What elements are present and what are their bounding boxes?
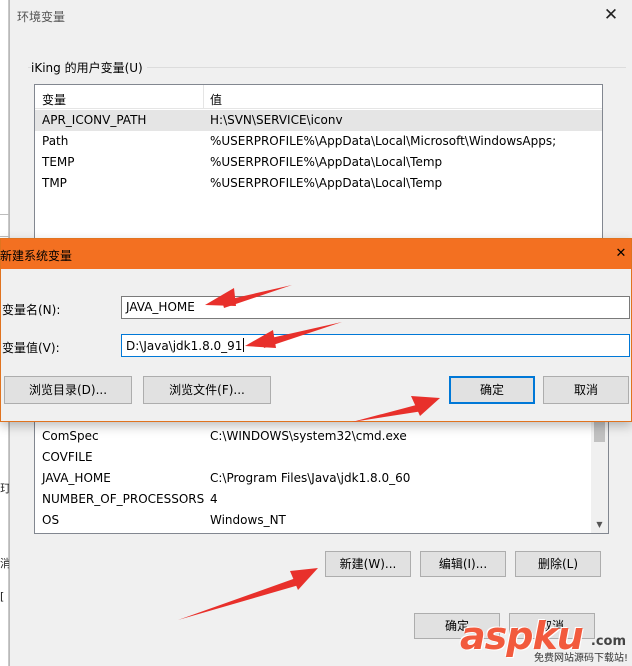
variable-name: COVFILE [42, 450, 93, 464]
variable-name: APR_ICONV_PATH [42, 113, 147, 127]
user-variables-list[interactable]: 变量 值 APR_ICONV_PATH H:\SVN\SERVICE\iconv… [34, 84, 603, 242]
variable-value-input[interactable]: D:\Java\jdk1.8.0_91 [121, 334, 630, 357]
table-row[interactable]: OS Windows_NT [35, 510, 608, 531]
variable-value: H:\SVN\SERVICE\iconv [210, 113, 343, 127]
column-header-value[interactable]: 值 [210, 91, 222, 108]
close-icon[interactable]: ✕ [611, 239, 631, 269]
scroll-down-arrow-icon[interactable]: ▼ [591, 518, 608, 532]
variable-value: %USERPROFILE%\AppData\Local\Temp [210, 155, 443, 169]
variable-name: OS [42, 513, 60, 527]
variable-value: C:\Program Files\Java\jdk1.8.0_60 [210, 471, 411, 485]
list-header: 变量 值 [35, 85, 602, 109]
dialog-title: 新建系统变量 [0, 249, 73, 263]
system-variables-list[interactable]: ComSpec C:\WINDOWS\system32\cmd.exe COVF… [34, 418, 609, 534]
browse-file-button[interactable]: 浏览文件(F)... [143, 376, 271, 404]
dialog-title-bar[interactable]: 新建系统变量 ✕ [0, 239, 631, 269]
table-row[interactable]: APR_ICONV_PATH H:\SVN\SERVICE\iconv [35, 110, 602, 131]
watermark: aspku .com 免费网站源码下载站! [460, 616, 630, 664]
variable-value: %USERPROFILE%\AppData\Local\Microsoft\Wi… [210, 134, 557, 148]
table-row[interactable]: ComSpec C:\WINDOWS\system32\cmd.exe [35, 426, 608, 447]
new-system-variable-dialog: 新建系统变量 ✕ 变量名(N): JAVA_HOME 变量值(V): D:\Ja… [0, 238, 632, 422]
user-variables-group-label: iKing 的用户变量(U) [31, 59, 147, 76]
variable-name: NUMBER_OF_PROCESSORS [42, 492, 205, 506]
table-row[interactable]: Path %USERPROFILE%\AppData\Local\Microso… [35, 131, 602, 152]
watermark-tagline: 免费网站源码下载站! [533, 653, 628, 664]
variable-name: ComSpec [42, 429, 99, 443]
watermark-domain: .com [590, 634, 626, 649]
variable-name: TEMP [42, 155, 75, 169]
delete-system-variable-button[interactable]: 删除(L) [515, 551, 601, 577]
variable-value: Windows_NT [210, 513, 286, 527]
edge-divider [0, 236, 9, 237]
variable-name-input-value: JAVA_HOME [126, 300, 195, 314]
edge-text: [ [0, 590, 5, 603]
edge-divider [0, 214, 9, 215]
dialog-ok-button[interactable]: 确定 [449, 376, 535, 404]
vertical-scrollbar[interactable]: ▼ [591, 418, 608, 533]
table-row[interactable]: TEMP %USERPROFILE%\AppData\Local\Temp [35, 152, 602, 173]
dialog-cancel-button[interactable]: 取消 [543, 376, 629, 404]
variable-name: Path [42, 134, 69, 148]
text-caret [243, 338, 245, 352]
table-row[interactable]: COVFILE [35, 447, 608, 468]
variable-name-label: 变量名(N): [2, 303, 61, 317]
variable-value: 4 [210, 492, 218, 506]
edit-system-variable-button[interactable]: 编辑(I)... [420, 551, 506, 577]
window-title: 环境变量 [17, 10, 66, 24]
variable-value: C:\WINDOWS\system32\cmd.exe [210, 429, 407, 443]
variable-value-input-value: D:\Java\jdk1.8.0_91 [126, 339, 243, 353]
table-row[interactable]: JAVA_HOME C:\Program Files\Java\jdk1.8.0… [35, 468, 608, 489]
variable-name: TMP [42, 176, 67, 190]
browse-directory-button[interactable]: 浏览目录(D)... [4, 376, 132, 404]
close-icon[interactable]: ✕ [600, 4, 622, 26]
table-row[interactable]: NUMBER_OF_PROCESSORS 4 [35, 489, 608, 510]
variable-name-input[interactable]: JAVA_HOME [121, 296, 630, 319]
variable-value: %USERPROFILE%\AppData\Local\Temp [210, 176, 443, 190]
variable-name: JAVA_HOME [42, 471, 111, 485]
scrollbar-thumb[interactable] [594, 422, 605, 442]
table-row[interactable]: TMP %USERPROFILE%\AppData\Local\Temp [35, 173, 602, 194]
new-system-variable-button[interactable]: 新建(W)... [325, 551, 411, 577]
column-header-variable[interactable]: 变量 [42, 91, 66, 108]
variable-value-label: 变量值(V): [2, 341, 60, 355]
column-separator [203, 85, 204, 109]
